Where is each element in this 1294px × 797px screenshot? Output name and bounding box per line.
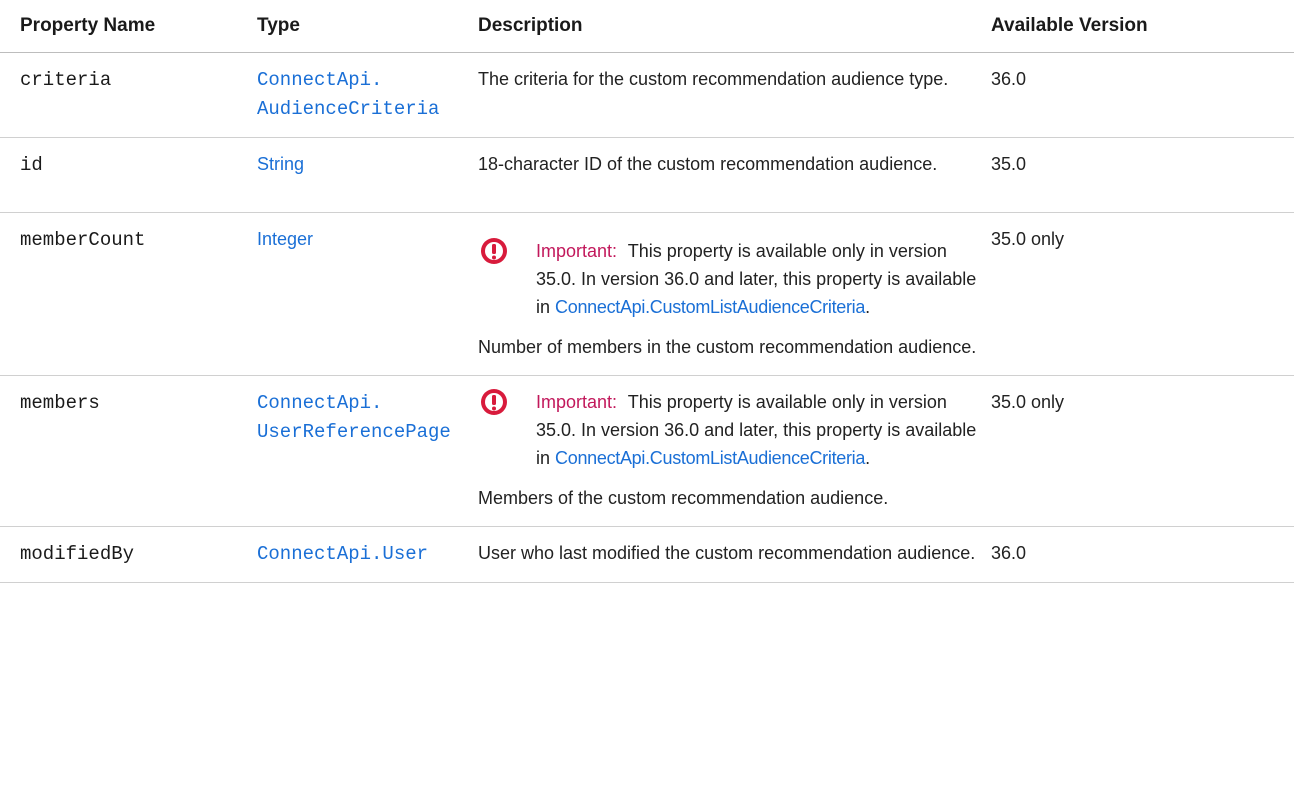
property-name-cell: id [0, 137, 237, 213]
table-row: id String 18-character ID of the custom … [0, 137, 1294, 213]
custom-list-audience-criteria-link[interactable]: ConnectApi.CustomListAudienceCriteria [555, 448, 865, 468]
version-cell: 36.0 [987, 52, 1294, 138]
type-link-audience-criteria[interactable]: ConnectApi. AudienceCriteria [257, 69, 439, 120]
property-name: id [20, 154, 43, 176]
type-cell: String [237, 137, 462, 213]
property-name-cell: modifiedBy [0, 526, 237, 583]
header-description: Description [462, 0, 987, 53]
table-row: members ConnectApi. UserReferencePage Im… [0, 375, 1294, 527]
version-text: 36.0 [991, 69, 1027, 89]
important-note: Important: This property is available on… [478, 388, 983, 472]
header-property-name: Property Name [0, 0, 237, 53]
type-link-line1: ConnectApi. [257, 69, 383, 91]
property-name: memberCount [20, 229, 146, 251]
version-cell: 35.0 [987, 137, 1294, 213]
description-text: 18-character ID of the custom recommenda… [478, 154, 938, 174]
type-link-string[interactable]: String [257, 154, 304, 174]
version-cell: 35.0 only [987, 212, 1294, 376]
type-link-line2: AudienceCriteria [257, 98, 440, 120]
table-row: modifiedBy ConnectApi.User User who last… [0, 526, 1294, 583]
type-link-line1: ConnectApi. [257, 392, 383, 414]
version-text: 35.0 only [991, 392, 1065, 412]
table-row: criteria ConnectApi. AudienceCriteria Th… [0, 52, 1294, 138]
type-cell: ConnectApi. AudienceCriteria [237, 52, 462, 138]
table-row: memberCount Integer Important: This prop… [0, 212, 1294, 376]
property-name-cell: members [0, 375, 237, 527]
description-cell: 18-character ID of the custom recommenda… [462, 137, 987, 213]
description-cell: The criteria for the custom recommendati… [462, 52, 987, 138]
description-text: The criteria for the custom recommendati… [478, 69, 949, 89]
type-cell: Integer [237, 212, 462, 376]
exclamation-circle-icon [481, 238, 507, 264]
type-link-line2: UserReferencePage [257, 421, 451, 443]
version-text: 36.0 [991, 543, 1027, 563]
description-text: Members of the custom recommendation aud… [478, 488, 889, 508]
version-text: 35.0 only [991, 229, 1065, 249]
important-suffix: . [865, 448, 871, 468]
description-cell: User who last modified the custom recomm… [462, 526, 987, 583]
type-link-user[interactable]: ConnectApi.User [257, 543, 428, 565]
exclamation-circle-icon [481, 389, 507, 415]
property-name: modifiedBy [20, 543, 135, 565]
description-cell: Important: This property is available on… [462, 212, 987, 376]
property-name: members [20, 392, 100, 414]
description-cell: Important: This property is available on… [462, 375, 987, 527]
property-name-cell: criteria [0, 52, 237, 138]
type-cell: ConnectApi.User [237, 526, 462, 583]
custom-list-audience-criteria-link[interactable]: ConnectApi.CustomListAudienceCriteria [555, 297, 865, 317]
description-text: Number of members in the custom recommen… [478, 337, 977, 357]
important-label: Important: [536, 392, 618, 412]
property-name-cell: memberCount [0, 212, 237, 376]
properties-table: Property Name Type Description Available… [0, 0, 1294, 583]
table-header-row: Property Name Type Description Available… [0, 0, 1294, 53]
version-cell: 35.0 only [987, 375, 1294, 527]
type-link-integer[interactable]: Integer [257, 229, 313, 249]
version-text: 35.0 [991, 154, 1027, 174]
important-note: Important: This property is available on… [478, 237, 983, 321]
property-name: criteria [20, 69, 112, 91]
header-available-version: Available Version [987, 0, 1294, 53]
type-link-user-reference-page[interactable]: ConnectApi. UserReferencePage [257, 392, 451, 443]
important-suffix: . [865, 297, 871, 317]
description-text: User who last modified the custom recomm… [478, 543, 976, 563]
header-type: Type [237, 0, 462, 53]
version-cell: 36.0 [987, 526, 1294, 583]
type-cell: ConnectApi. UserReferencePage [237, 375, 462, 527]
important-label: Important: [536, 241, 618, 261]
